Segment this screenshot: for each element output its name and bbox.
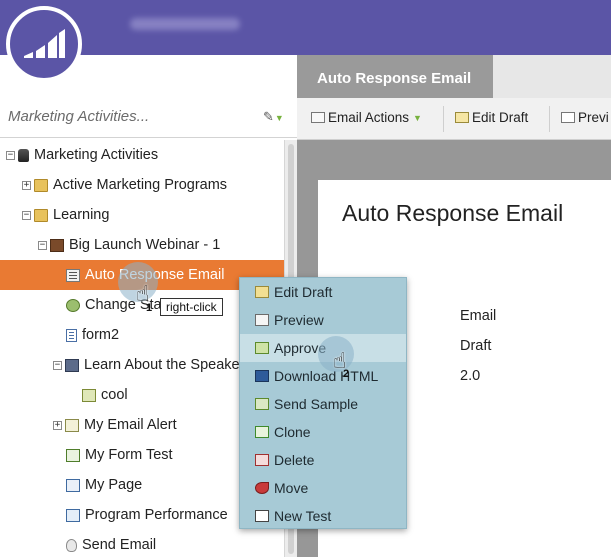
tree-item-label: Active Marketing Programs <box>53 177 228 193</box>
callout-label: right-click <box>166 300 217 314</box>
smart-campaign-icon <box>82 388 96 402</box>
edit-draft-button[interactable]: Edit Draft <box>455 110 528 125</box>
tree-item-label: Big Launch Webinar - 1 <box>69 237 221 253</box>
menu-item-label: Delete <box>274 452 315 468</box>
panel-title: Marketing Activities... <box>8 108 150 125</box>
edit-draft-label: Edit Draft <box>472 110 529 125</box>
menu-item-clone[interactable]: Clone <box>240 418 406 446</box>
menu-item-label: Preview <box>274 312 324 328</box>
database-icon <box>18 148 29 162</box>
folder-icon <box>34 208 48 222</box>
collapse-icon[interactable]: − <box>6 150 15 160</box>
tree-item-label: Program Performance <box>85 507 228 523</box>
preview-icon <box>255 314 269 326</box>
top-bar <box>0 0 611 55</box>
collapse-icon[interactable]: − <box>22 210 31 220</box>
menu-item-preview[interactable]: Preview <box>240 306 406 334</box>
tree-item-label: My Form Test <box>85 447 173 463</box>
lightbulb-icon <box>66 538 77 552</box>
menu-item-send-sample[interactable]: Send Sample <box>240 390 406 418</box>
tree-item-label: My Email Alert <box>84 417 177 433</box>
tab-auto-response-email[interactable]: Auto Response Email <box>297 55 493 98</box>
email-actions-label: Email Actions <box>328 110 410 125</box>
new-test-icon <box>255 510 269 522</box>
menu-item-label: New Test <box>274 508 332 524</box>
form-test-icon <box>66 448 80 462</box>
tree-item-big-launch-webinar[interactable]: − Big Launch Webinar - 1 <box>0 230 284 260</box>
menu-item-label: Move <box>274 480 309 496</box>
email-version-value: 2.0 <box>460 368 481 384</box>
email-icon <box>66 268 80 282</box>
email-type-value: Email <box>460 308 497 324</box>
toolbar-divider <box>443 106 444 132</box>
step-number-1: 1 <box>146 302 153 314</box>
menu-item-label: Edit Draft <box>274 284 333 300</box>
tree-item-label: cool <box>101 387 128 403</box>
download-icon <box>255 370 269 382</box>
form-icon <box>66 328 77 342</box>
menu-item-label: Send Sample <box>274 396 359 412</box>
landing-page-icon <box>66 478 80 492</box>
pin-icon[interactable]: ✎▼ <box>263 109 284 125</box>
folder-icon <box>34 178 48 192</box>
tab-label: Auto Response Email <box>317 70 472 87</box>
preview-button[interactable]: Previ <box>561 110 609 125</box>
menu-item-label: Download HTML <box>274 368 379 384</box>
tree-item-label: form2 <box>82 327 120 343</box>
clone-icon <box>255 426 269 438</box>
tree-item-label: Learning <box>53 207 110 223</box>
approve-icon <box>255 342 269 354</box>
menu-item-edit-draft[interactable]: Edit Draft <box>240 278 406 306</box>
move-icon <box>255 482 269 494</box>
program-icon <box>50 238 64 252</box>
menu-item-delete[interactable]: Delete <box>240 446 406 474</box>
tree-item-marketing-activities[interactable]: − Marketing Activities <box>0 140 284 170</box>
edit-icon <box>455 112 469 123</box>
tree-item-learning[interactable]: − Learning <box>0 200 284 230</box>
dropdown-arrow-icon: ▼ <box>413 112 422 123</box>
email-status-value: Draft <box>460 338 492 354</box>
edit-icon <box>255 286 269 298</box>
toolbar-divider <box>549 106 550 132</box>
menu-item-label: Clone <box>274 424 311 440</box>
email-alert-icon <box>65 418 79 432</box>
event-icon <box>65 358 79 372</box>
email-title: Auto Response Email <box>342 200 564 226</box>
context-menu: Edit Draft Preview Approve Download HTML… <box>239 277 407 529</box>
step-number-2: 2 <box>343 368 350 380</box>
expand-icon[interactable]: + <box>22 180 31 190</box>
tree-item-label: My Page <box>85 477 143 493</box>
toolbar: Email Actions ▼ Edit Draft Previ <box>297 98 611 140</box>
report-icon <box>66 508 80 522</box>
smart-campaign-icon <box>66 298 80 312</box>
expand-icon[interactable]: + <box>53 420 62 430</box>
email-actions-icon <box>311 112 325 123</box>
preview-icon <box>561 112 575 123</box>
collapse-icon[interactable]: − <box>38 240 47 250</box>
left-panel-header: Marketing Activities... ✎▼ <box>0 98 297 138</box>
send-sample-icon <box>255 398 269 410</box>
delete-icon <box>255 454 269 466</box>
tree-item-active-marketing-programs[interactable]: + Active Marketing Programs <box>0 170 284 200</box>
tree-item-label: Send Email <box>82 537 157 553</box>
preview-label: Previ <box>578 110 609 125</box>
marketo-logo-icon[interactable] <box>6 6 82 82</box>
menu-item-move[interactable]: Move <box>240 474 406 502</box>
tree-item-label: Learn About the Speaker <box>84 357 245 373</box>
collapse-icon[interactable]: − <box>53 360 62 370</box>
tree-item-send-email[interactable]: Send Email <box>0 530 284 557</box>
right-click-callout: right-click <box>160 298 223 316</box>
email-actions-button[interactable]: Email Actions ▼ <box>311 110 422 125</box>
menu-item-new-test[interactable]: New Test <box>240 502 406 530</box>
blurred-username <box>130 18 240 30</box>
tree-item-label: Marketing Activities <box>34 147 159 163</box>
